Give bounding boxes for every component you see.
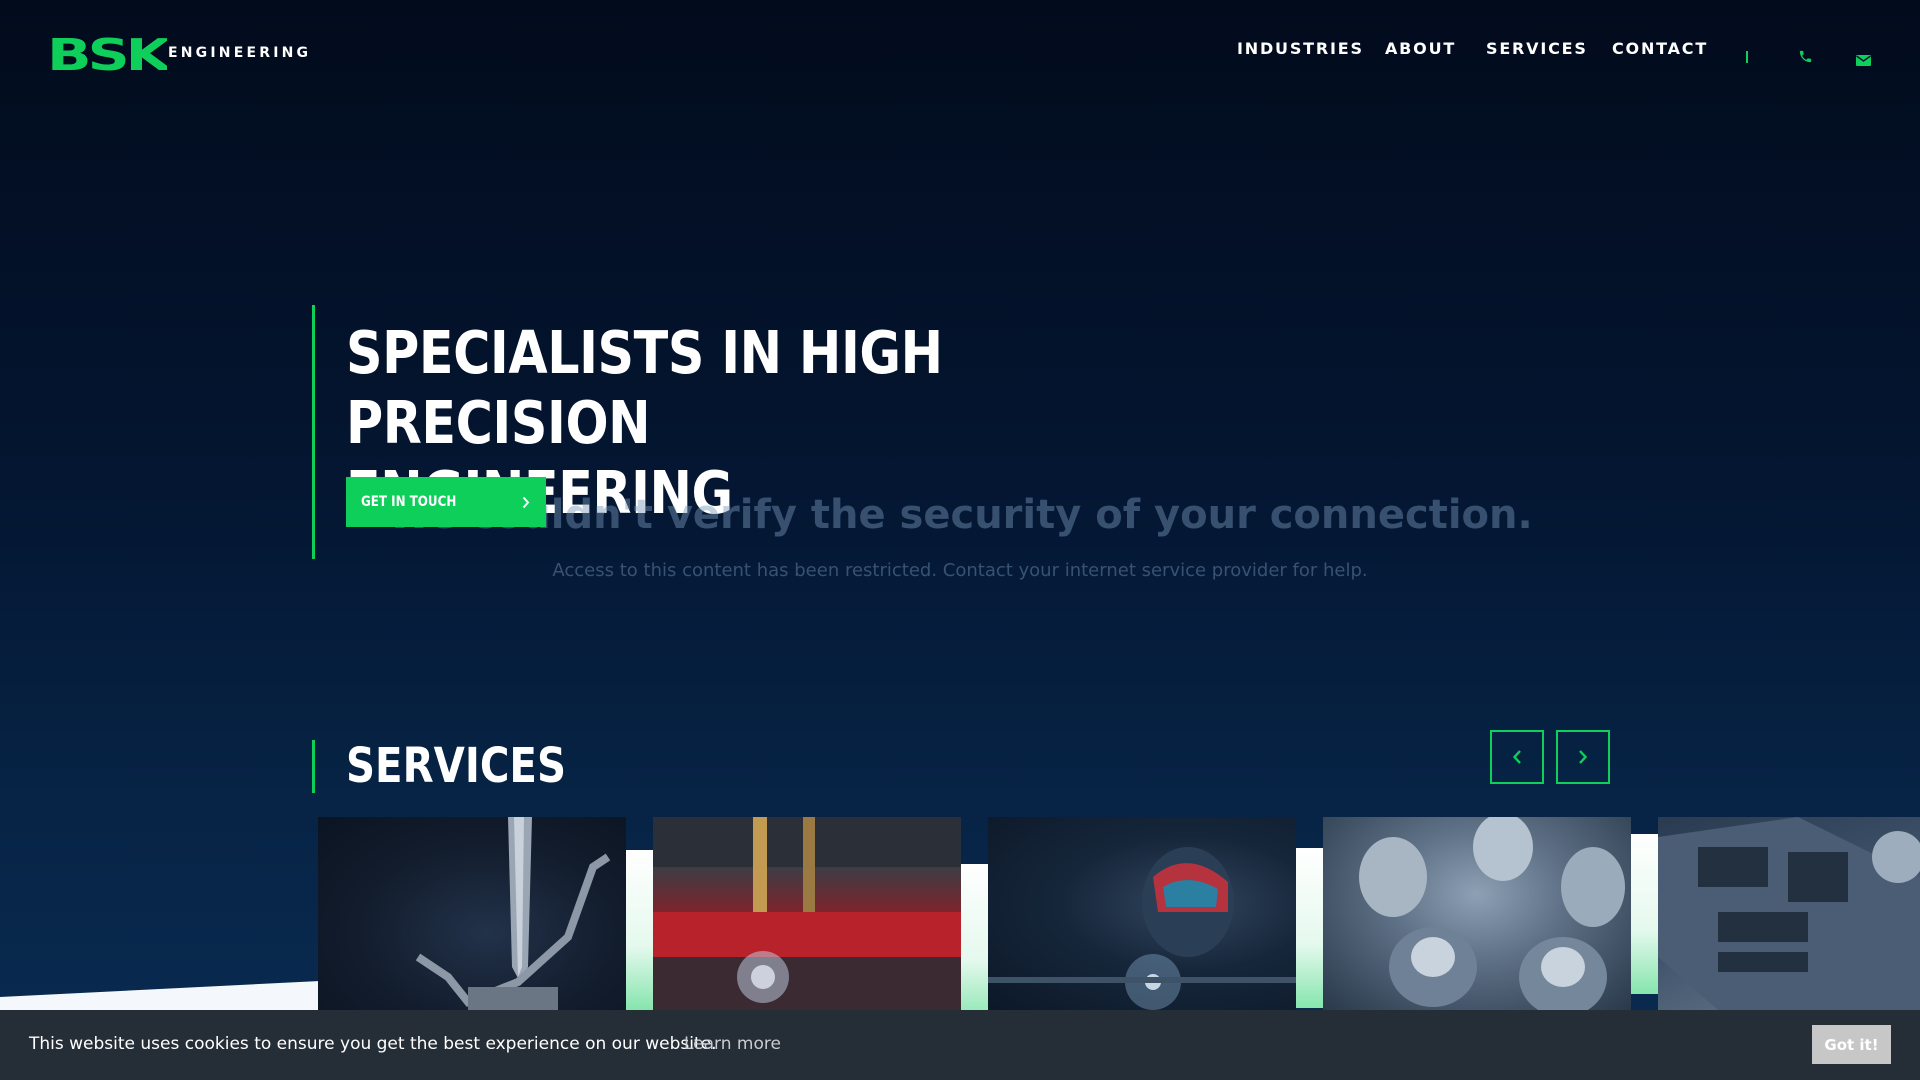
site-header: BSK ENGINEERING INDUSTRIES ABOUT SERVICE…: [0, 0, 1920, 116]
chevron-right-icon: [1579, 750, 1588, 764]
cookie-message: This website uses cookies to ensure you …: [29, 1034, 717, 1054]
svg-text:BSK: BSK: [47, 34, 167, 72]
connection-error-message: Access to this content has been restrict…: [552, 560, 1368, 581]
nav-contact[interactable]: CONTACT: [1612, 39, 1708, 58]
carousel-next-button[interactable]: [1556, 730, 1610, 784]
carousel-prev-button[interactable]: [1490, 730, 1544, 784]
service-card-laser[interactable]: [653, 817, 961, 1010]
service-card-welding[interactable]: [988, 817, 1296, 1010]
service-card-sheet-metal[interactable]: [1658, 817, 1920, 1010]
nav-services[interactable]: SERVICES: [1486, 39, 1588, 58]
card-divider: [626, 850, 654, 1010]
mail-icon[interactable]: [1856, 51, 1871, 70]
service-card-machining[interactable]: [1323, 817, 1631, 1010]
card-divider: [961, 864, 989, 1024]
cookie-learn-more-link[interactable]: Learn more: [684, 1034, 781, 1054]
sheet-metal-image: [1658, 817, 1920, 1010]
cookie-accept-button[interactable]: Got it!: [1812, 1025, 1891, 1064]
cta-label: GET IN TOUCH: [361, 494, 457, 510]
welding-image: [988, 847, 1296, 1010]
machined-parts-image: [1359, 817, 1625, 1010]
nav-industries[interactable]: INDUSTRIES: [1237, 39, 1364, 58]
site-logo[interactable]: BSK ENGINEERING: [47, 34, 311, 72]
laser-cutting-image: [653, 817, 961, 1010]
nav-separator: [1746, 51, 1748, 63]
services-heading: SERVICES: [346, 738, 567, 794]
cookie-banner: This website uses cookies to ensure you …: [0, 1010, 1920, 1080]
nav-about[interactable]: ABOUT: [1385, 39, 1456, 58]
card-divider: [1631, 834, 1659, 994]
logo-subtitle: ENGINEERING: [168, 45, 312, 61]
bsk-logo-mark: BSK: [47, 34, 167, 72]
hero-title-line1: SPECIALISTS IN HIGH: [346, 318, 943, 387]
services-accent-line: [312, 740, 315, 793]
phone-icon[interactable]: [1798, 49, 1813, 68]
card-divider: [1296, 848, 1324, 1008]
service-card-bending[interactable]: [318, 817, 626, 1010]
chevron-left-icon: [1512, 750, 1521, 764]
chevron-right-icon: [522, 496, 530, 509]
connection-error-title: We couldn't verify the security of your …: [387, 492, 1533, 538]
press-brake-bending-image: [415, 817, 611, 1010]
get-in-touch-button[interactable]: GET IN TOUCH: [346, 477, 546, 527]
